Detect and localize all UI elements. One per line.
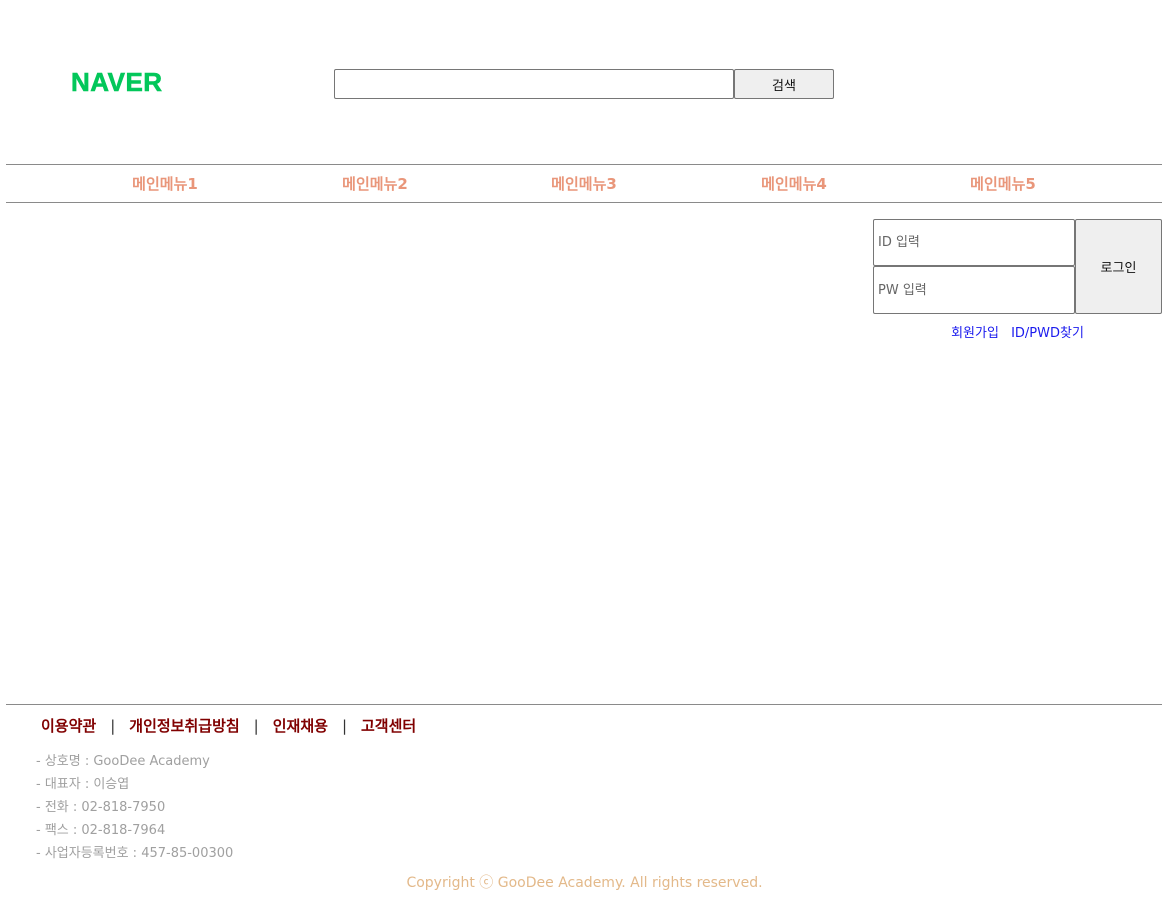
terms-link[interactable]: 이용약관 [41,717,96,735]
nav-item-5[interactable]: 메인메뉴5 [923,165,1083,204]
footer-links: 이용약관 | 개인정보취급방침 | 인재채용 | 고객센터 [41,715,416,737]
careers-link[interactable]: 인재채용 [273,717,328,735]
footer-separator: | [253,717,259,735]
company-fax: - 팩스 : 02-818-7964 [36,823,166,838]
login-links: 회원가입 ID/PWD찾기 [873,325,1162,343]
nav-item-4[interactable]: 메인메뉴4 [714,165,874,204]
company-phone: - 전화 : 02-818-7950 [36,800,166,815]
company-ceo: - 대표자 : 이승엽 [36,777,130,792]
login-button[interactable]: 로그인 [1075,219,1162,314]
search-input[interactable] [334,69,734,99]
find-id-pwd-link[interactable]: ID/PWD찾기 [1011,326,1084,341]
footer-separator: | [341,717,347,735]
privacy-policy-link[interactable]: 개인정보취급방침 [129,717,239,735]
nav-item-3[interactable]: 메인메뉴3 [504,165,664,204]
company-name: - 상호명 : GooDee Academy [36,754,210,769]
nav-item-2[interactable]: 메인메뉴2 [295,165,455,204]
main-nav: 메인메뉴1 메인메뉴2 메인메뉴3 메인메뉴4 메인메뉴5 [6,164,1162,203]
signup-link[interactable]: 회원가입 [951,326,999,341]
business-number: - 사업자등록번호 : 457-85-00300 [36,846,234,861]
footer-separator: | [110,717,116,735]
id-input[interactable] [873,219,1075,266]
copyright: Copyright ⓒ GooDee Academy. All rights r… [406,875,763,891]
footer-divider [6,704,1162,705]
search-button[interactable]: 검색 [734,69,834,99]
nav-item-1[interactable]: 메인메뉴1 [85,165,245,204]
customer-center-link[interactable]: 고객센터 [361,717,416,735]
login-box: 로그인 [873,219,1162,314]
company-info: - 상호명 : GooDee Academy - 대표자 : 이승엽 - 전화 … [36,750,233,865]
password-input[interactable] [873,266,1075,314]
naver-logo[interactable]: NAVER [71,64,163,100]
